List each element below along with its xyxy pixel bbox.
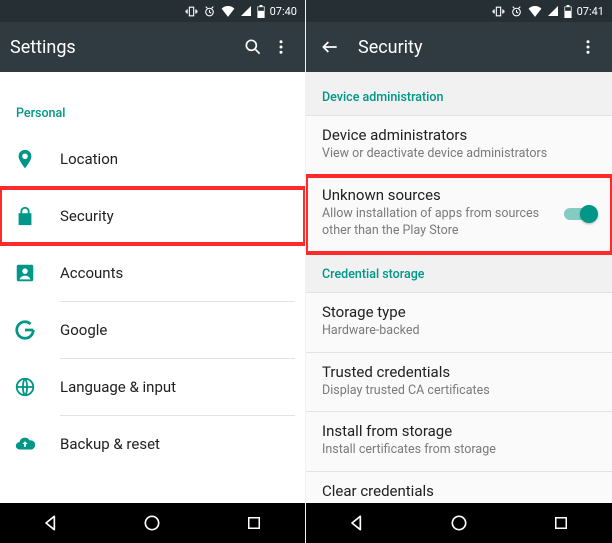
settings-item-label: Accounts bbox=[60, 264, 291, 282]
settings-item-label: Security bbox=[60, 207, 291, 225]
phone-settings: 07:40 Settings Personal Location Securit… bbox=[0, 0, 306, 543]
nav-bar bbox=[0, 503, 305, 543]
alarm-icon bbox=[203, 5, 216, 18]
signal-icon bbox=[240, 5, 252, 17]
security-list: Device administration Device administrat… bbox=[306, 72, 612, 503]
section-personal: Personal bbox=[0, 72, 305, 131]
nav-home-icon[interactable] bbox=[434, 503, 484, 543]
globe-icon bbox=[14, 376, 60, 398]
security-item-storage-type[interactable]: Storage type Hardware-backed bbox=[306, 292, 612, 353]
settings-item-backup[interactable]: Backup & reset bbox=[0, 416, 305, 472]
nav-home-icon[interactable] bbox=[127, 503, 177, 543]
backup-icon bbox=[14, 433, 60, 455]
appbar-title: Security bbox=[358, 37, 574, 58]
item-title: Clear credentials bbox=[322, 482, 596, 500]
item-subtitle: Hardware-backed bbox=[322, 323, 596, 340]
security-item-install-from-storage[interactable]: Install from storage Install certificate… bbox=[306, 412, 612, 472]
item-subtitle: Install certificates from storage bbox=[322, 442, 596, 459]
status-bar: 07:41 bbox=[306, 0, 612, 22]
battery-icon bbox=[564, 5, 572, 18]
vibrate-icon bbox=[492, 5, 505, 18]
security-item-device-admins[interactable]: Device administrators View or deactivate… bbox=[306, 115, 612, 176]
settings-item-label: Google bbox=[60, 321, 291, 339]
item-subtitle: View or deactivate device administrators bbox=[322, 146, 596, 163]
nav-back-icon[interactable] bbox=[26, 503, 76, 543]
section-credential-storage: Credential storage bbox=[306, 253, 612, 292]
settings-item-label: Location bbox=[60, 150, 291, 168]
settings-item-google[interactable]: Google bbox=[0, 302, 305, 358]
overflow-icon[interactable] bbox=[574, 38, 602, 56]
account-icon bbox=[14, 262, 60, 284]
alarm-icon bbox=[510, 5, 523, 18]
settings-item-location[interactable]: Location bbox=[0, 131, 305, 187]
item-title: Unknown sources bbox=[322, 186, 552, 204]
item-title: Trusted credentials bbox=[322, 363, 596, 381]
settings-list: Personal Location Security Accounts Goog… bbox=[0, 72, 305, 503]
appbar-security: Security bbox=[306, 22, 612, 72]
wifi-icon bbox=[528, 5, 542, 17]
vibrate-icon bbox=[185, 5, 198, 18]
nav-back-icon[interactable] bbox=[332, 503, 382, 543]
security-item-unknown-sources[interactable]: Unknown sources Allow installation of ap… bbox=[306, 176, 612, 253]
appbar-settings: Settings bbox=[0, 22, 305, 72]
back-icon[interactable] bbox=[316, 37, 344, 57]
wifi-icon bbox=[221, 5, 235, 17]
section-device-admin: Device administration bbox=[306, 72, 612, 115]
location-icon bbox=[14, 148, 60, 170]
nav-recent-icon[interactable] bbox=[229, 503, 279, 543]
overflow-icon[interactable] bbox=[267, 38, 295, 56]
settings-item-label: Backup & reset bbox=[60, 435, 291, 453]
nav-bar bbox=[306, 503, 612, 543]
item-title: Storage type bbox=[322, 303, 596, 321]
lock-icon bbox=[14, 205, 60, 227]
settings-item-label: Language & input bbox=[60, 378, 291, 396]
settings-item-security[interactable]: Security bbox=[0, 188, 305, 244]
security-item-trusted-credentials[interactable]: Trusted credentials Display trusted CA c… bbox=[306, 353, 612, 413]
settings-item-accounts[interactable]: Accounts bbox=[0, 245, 305, 301]
item-subtitle: Display trusted CA certificates bbox=[322, 383, 596, 400]
security-item-clear-credentials[interactable]: Clear credentials bbox=[306, 472, 612, 503]
battery-icon bbox=[257, 5, 265, 18]
item-title: Install from storage bbox=[322, 422, 596, 440]
nav-recent-icon[interactable] bbox=[536, 503, 586, 543]
appbar-title: Settings bbox=[10, 37, 239, 58]
item-title: Device administrators bbox=[322, 126, 596, 144]
search-icon[interactable] bbox=[239, 37, 267, 57]
toggle-thumb bbox=[580, 205, 598, 223]
status-time: 07:40 bbox=[270, 5, 297, 18]
item-subtitle: Allow installation of apps from sources … bbox=[322, 206, 552, 240]
google-icon bbox=[14, 319, 60, 341]
status-time: 07:41 bbox=[577, 5, 604, 18]
phone-security: 07:41 Security Device administration Dev… bbox=[306, 0, 612, 543]
settings-item-language[interactable]: Language & input bbox=[0, 359, 305, 415]
unknown-sources-toggle[interactable] bbox=[564, 205, 598, 223]
signal-icon bbox=[547, 5, 559, 17]
status-bar: 07:40 bbox=[0, 0, 305, 22]
